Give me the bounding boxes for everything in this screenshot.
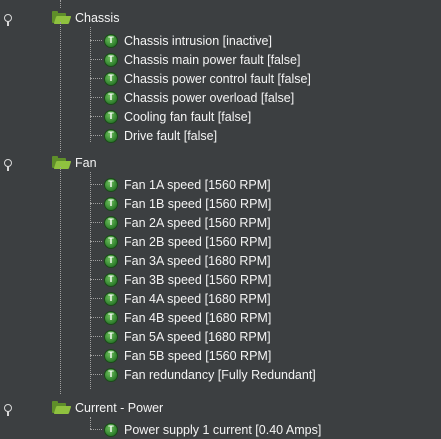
sensor-label: Chassis power overload [false]: [124, 90, 295, 105]
sensor-label: Power supply 1 current [0.40 Amps]: [124, 422, 322, 437]
tree-node-current-power[interactable]: Current - Power: [4, 398, 164, 417]
tree-leaf[interactable]: T Chassis power overload [false]: [104, 88, 294, 107]
tree-connector: [90, 116, 102, 117]
sensor-t-icon: T: [104, 128, 118, 143]
tree-leaf[interactable]: T Chassis power control fault [false]: [104, 69, 311, 88]
collapse-toggle-icon[interactable]: [0, 8, 16, 27]
tree-connector: [90, 374, 102, 375]
collapse-toggle-icon[interactable]: [0, 398, 16, 417]
sensor-label: Fan 1A speed [1560 RPM]: [124, 177, 271, 192]
sensor-label: Fan 1B speed [1560 RPM]: [124, 196, 272, 211]
sensor-label: Fan 4A speed [1680 RPM]: [124, 291, 271, 306]
tree-leaf[interactable]: T Cooling fan fault [false]: [104, 107, 251, 126]
sensor-label: Cooling fan fault [false]: [124, 109, 252, 124]
sensor-t-icon: T: [104, 90, 118, 105]
tree-connector: [60, 22, 61, 152]
group-label: Fan: [75, 155, 97, 170]
sensor-t-icon: T: [104, 109, 118, 124]
sensor-label: Fan 5A speed [1680 RPM]: [124, 329, 271, 344]
tree-connector: [90, 336, 102, 337]
sensor-t-icon: T: [104, 177, 118, 192]
tree-connector: [90, 222, 102, 223]
tree-node-chassis[interactable]: Chassis: [4, 8, 120, 27]
tree-leaf[interactable]: T Fan redundancy [Fully Redundant]: [104, 365, 316, 384]
tree-connector: [90, 260, 102, 261]
tree-connector: [90, 27, 91, 142]
tree-connector: [90, 40, 102, 41]
tree-connector: [90, 184, 102, 185]
tree-connector: [90, 97, 102, 98]
tree-connector: [90, 429, 102, 430]
tree-leaf[interactable]: T Fan 5B speed [1560 RPM]: [104, 346, 271, 365]
sensor-label: Fan 5B speed [1560 RPM]: [124, 348, 272, 363]
folder-open-icon: [52, 10, 72, 24]
tree-connector: [90, 417, 91, 429]
tree-leaf[interactable]: T Drive fault [false]: [104, 126, 217, 145]
group-label: Current - Power: [75, 400, 164, 415]
sensor-label: Fan 3A speed [1680 RPM]: [124, 253, 271, 268]
sensor-label: Fan 3B speed [1560 RPM]: [124, 272, 272, 287]
tree-node-fan[interactable]: Fan: [4, 153, 97, 172]
tree-leaf[interactable]: T Power supply 1 current [0.40 Amps]: [104, 420, 321, 439]
tree-connector: [90, 172, 91, 389]
sensor-t-icon: T: [104, 310, 118, 325]
tree-connector: [90, 241, 102, 242]
sensor-label: Chassis intrusion [inactive]: [124, 33, 272, 48]
sensor-tree: Chassis T Chassis intrusion [inactive] T…: [0, 0, 441, 439]
tree-connector: [90, 203, 102, 204]
tree-leaf[interactable]: T Fan 4B speed [1680 RPM]: [104, 308, 271, 327]
group-label: Chassis: [75, 10, 120, 25]
sensor-t-icon: T: [104, 329, 118, 344]
sensor-t-icon: T: [104, 367, 118, 382]
tree-connector: [90, 78, 102, 79]
sensor-t-icon: T: [104, 215, 118, 230]
tree-leaf[interactable]: T Fan 2B speed [1560 RPM]: [104, 232, 271, 251]
sensor-t-icon: T: [104, 422, 118, 437]
sensor-t-icon: T: [104, 272, 118, 287]
sensor-label: Fan 2B speed [1560 RPM]: [124, 234, 272, 249]
sensor-t-icon: T: [104, 234, 118, 249]
tree-leaf[interactable]: T Chassis intrusion [inactive]: [104, 31, 272, 50]
sensor-t-icon: T: [104, 348, 118, 363]
tree-connector: [90, 317, 102, 318]
sensor-label: Fan 4B speed [1680 RPM]: [124, 310, 272, 325]
sensor-label: Fan redundancy [Fully Redundant]: [124, 367, 316, 382]
sensor-label: Fan 2A speed [1560 RPM]: [124, 215, 271, 230]
tree-connector: [90, 135, 102, 136]
sensor-label: Chassis power control fault [false]: [124, 71, 311, 86]
tree-leaf[interactable]: T Fan 5A speed [1680 RPM]: [104, 327, 271, 346]
tree-leaf[interactable]: T Fan 1B speed [1560 RPM]: [104, 194, 271, 213]
sensor-t-icon: T: [104, 33, 118, 48]
sensor-t-icon: T: [104, 71, 118, 86]
tree-leaf[interactable]: T Fan 4A speed [1680 RPM]: [104, 289, 271, 308]
sensor-t-icon: T: [104, 196, 118, 211]
tree-connector: [60, 167, 61, 394]
folder-open-icon: [52, 400, 72, 414]
tree-leaf[interactable]: T Fan 3A speed [1680 RPM]: [104, 251, 271, 270]
tree-leaf[interactable]: T Fan 1A speed [1560 RPM]: [104, 175, 271, 194]
sensor-t-icon: T: [104, 253, 118, 268]
tree-leaf[interactable]: T Fan 3B speed [1560 RPM]: [104, 270, 271, 289]
tree-connector: [90, 298, 102, 299]
tree-leaf[interactable]: T Chassis main power fault [false]: [104, 50, 300, 69]
tree-connector: [90, 59, 102, 60]
tree-connector: [90, 279, 102, 280]
sensor-label: Chassis main power fault [false]: [124, 52, 301, 67]
sensor-t-icon: T: [104, 52, 118, 67]
collapse-toggle-icon[interactable]: [0, 153, 16, 172]
tree-leaf[interactable]: T Fan 2A speed [1560 RPM]: [104, 213, 271, 232]
sensor-t-icon: T: [104, 291, 118, 306]
tree-connector: [90, 355, 102, 356]
folder-open-icon: [52, 155, 72, 169]
tree-connector: [60, 0, 61, 8]
sensor-label: Drive fault [false]: [124, 128, 218, 143]
